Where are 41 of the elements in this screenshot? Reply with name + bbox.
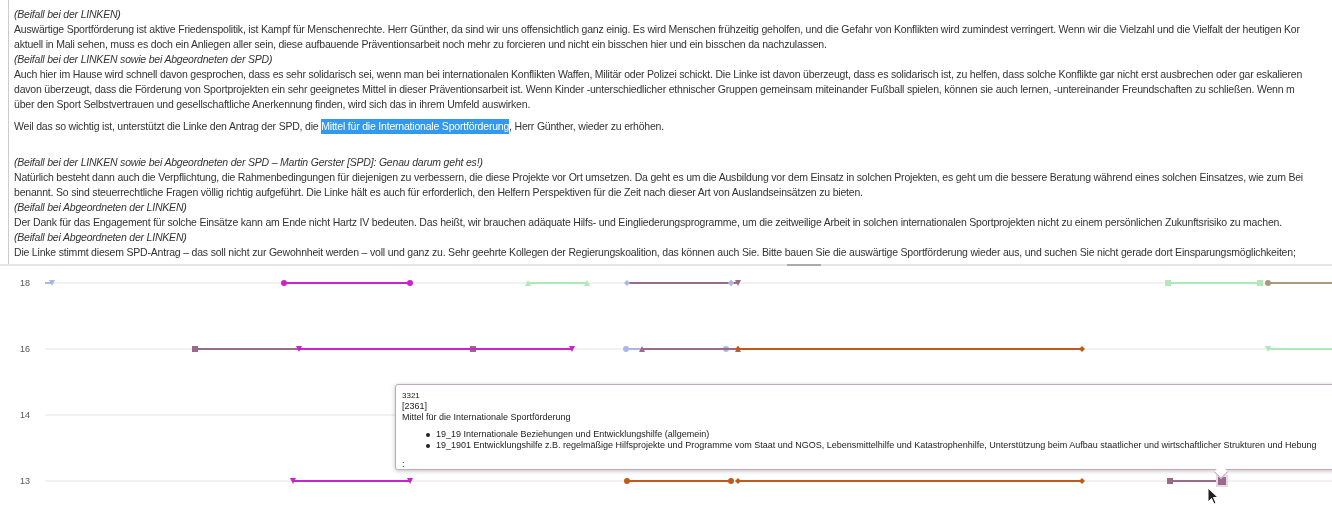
speech-line: Auch hier im Hause wird schnell davon gesprochen, dass es sehr solidarisch sei, wenn man bei internationalen Konflikten Waffen, Militär oder Polizei schickt. Die Linke ist davon überzeugt, dass es solidarisch ist, zu helfen, dass solche Konflikte gar nicht erst ausbrechen oder gar eskalieren xyxy=(14,67,1303,82)
applause-note: (Beifall bei der LINKEN) xyxy=(14,7,121,22)
axis-label: 18 xyxy=(20,278,30,288)
tooltip-code: [2361] xyxy=(402,401,428,412)
speech-line: Natürlich besteht dann auch die Verpflichtung, die Rahmenbedingungen für diejenigen zu verbessern, die diese Projekte vor Ort umsetzen. Da geht es um die Ausbildung vor dem Einsatz in solchen Projekten, es geht um die bessere Beratung während eines solchen Einsatzes, wie zum Bei xyxy=(14,170,1303,185)
scrollbar-thumb[interactable] xyxy=(787,264,821,266)
timeline-bar[interactable] xyxy=(1265,280,1332,286)
applause-note: (Beifall bei Abgeordneten der LINKEN) xyxy=(14,230,187,245)
speech-line: aktuell in Mali sehen, muss es doch ein Anliegen aller sein, diese aufbauende Präventionsarbeit noch mehr zu forcieren und nicht ein bisschen hier und ein bisschen da nachzulassen. xyxy=(14,37,827,52)
tooltip-item: 19_19 Internationale Beziehungen und Entwicklungshilfe (allgemein) xyxy=(436,429,710,440)
axis-label: 14 xyxy=(20,410,30,420)
timeline-bar[interactable] xyxy=(735,478,1085,484)
tooltip-footer: : xyxy=(402,459,405,470)
speech-line: Die Linke stimmt diesem SPD-Antrag – das soll nicht zur Gewohnheit werden – voll und ganz zu. Sehr geehrte Kollegen der Regierungskoalition, das können auch Sie. Bitte bauen Sie die auswärtige Sportförderung wieder aus, und suchen Sie nicht gerade dort Einsparungsmöglichkeiten; xyxy=(14,245,1296,260)
speech-line: über den Sport Selbstvertrauen und gesellschaftliche Anerkennung finden, wird sich das in ihrem Umfeld auswirken. xyxy=(14,97,531,112)
bullet-icon xyxy=(426,432,430,437)
speech-line: davon überzeugt, dass die Förderung von Sportprojekten ein sehr geeignetes Mittel in dieser Präventionsarbeit ist. Wenn Kinder -unterschiedlicher ethnischer Gruppen gemeinsam miteinander Fußball spielen, können sie auch lernen, -untereinander Freundschaften zu schließen. Wenn m xyxy=(14,82,1295,97)
speech-line: benannt. So sind steuerrechtliche Fragen völlig richtig aufgeführt. Die Linke hält es auch für erforderlich, den Helfern Perspektiven für die Zeit nach dieser Art von Auslandseinsätzen zu bieten. xyxy=(14,185,863,200)
axis-label: 16 xyxy=(20,344,30,354)
timeline-bar[interactable] xyxy=(624,478,734,484)
speech-line: , Herr Günther, wieder zu erhöhen. xyxy=(509,119,664,134)
timeline-bar[interactable] xyxy=(281,280,413,286)
timeline-bar[interactable] xyxy=(290,478,413,484)
timeline-bar[interactable] xyxy=(735,346,1085,352)
timeline-bar[interactable] xyxy=(1167,475,1228,487)
speech-line: Auswärtige Sportförderung ist aktive Friedenspolitik, ist Kampf für Menschenrechte. Herr Günther, da sind wir uns offensichtlich ganz einig. Es wird Menschen frühzeitig geholfen, und die Gefahr von Konflikten wird zumindest verringert. Wenn wir die Vielzahl und die Vielfalt der heutigen Kor xyxy=(14,22,1300,37)
tooltip-title: Mittel für die Internationale Sportförderung xyxy=(402,412,571,423)
timeline-bar[interactable] xyxy=(624,280,741,286)
cursor-icon xyxy=(1207,487,1219,505)
applause-note: (Beifall bei der LINKEN sowie bei Abgeordneten der SPD – Martin Gerster [SPD]: Genau darum geht es!) xyxy=(14,155,483,170)
axis-label: 13 xyxy=(20,476,30,486)
speech-line: Weil das so wichtig ist, unterstützt die Linke den Antrag der SPD, die xyxy=(14,119,320,134)
timeline-bar[interactable] xyxy=(728,280,734,286)
applause-note: (Beifall bei der LINKEN sowie bei Abgeordneten der SPD) xyxy=(14,52,273,67)
timeline-bar[interactable] xyxy=(296,346,575,352)
applause-note: (Beifall bei Abgeordneten der LINKEN) xyxy=(14,200,187,215)
speech-line: Der Dank für das Engagement für solche Einsätze kann am Ende nicht Hartz IV bedeuten. Das heißt, wir brauchen adäquate Hilfs- und Eingliederungsprogramme, um die zeitweilige Arbeit in solchen internationalen Sportprojekten nicht zu einem persönlichen Zukunftsrisiko zu machen. xyxy=(14,215,1282,230)
timeline-bar[interactable] xyxy=(639,346,741,352)
bullet-icon xyxy=(426,443,430,448)
tooltip-item: 19_1901 Entwicklungshilfe z.B. regelmäßige Hilfsprojekte und Programme vom Staat und NGOS, Lebensmittelhilfe und Katastrophenhilfe, Unterstützung beim Aufbau staatlicher und wirtschaftlicher Strukturen und Hebung xyxy=(436,440,1317,451)
tooltip-id: 3321 xyxy=(402,391,420,401)
